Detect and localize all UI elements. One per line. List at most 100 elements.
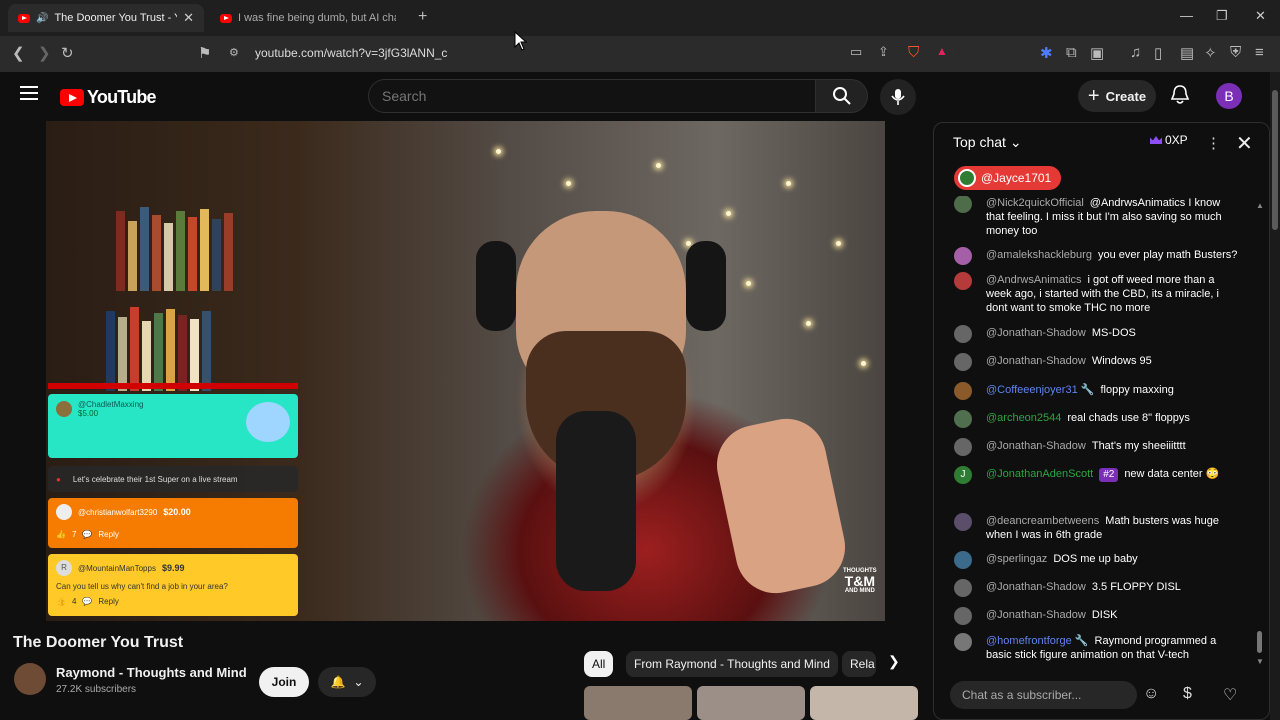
chevron-right-icon[interactable]: ❯ (888, 653, 900, 670)
account-avatar[interactable]: B (1216, 83, 1242, 109)
emoji-icon[interactable]: ☺ (1143, 685, 1159, 703)
brave-shield-icon[interactable]: ⛉ (908, 44, 919, 61)
vpn-icon[interactable]: ⛨ (1230, 44, 1241, 61)
create-button[interactable]: + Create (1078, 80, 1156, 112)
speaker-icon[interactable]: 🔊 (36, 13, 48, 24)
back-icon[interactable]: ❮ (12, 44, 25, 62)
superchat-card: @christianwolfart3290 $20.00 👍 7 💬 Reply (48, 498, 298, 548)
chat-author[interactable]: @archeon2544 (986, 412, 1061, 424)
chat-text: MS-DOS (1091, 327, 1136, 339)
chat-message: @sperlingaz DOS me up baby (954, 551, 1240, 569)
minimize-icon[interactable]: — (1180, 8, 1193, 23)
chat-message: @Jonathan-Shadow That's my sheeiiitttt (954, 438, 1240, 456)
chat-author[interactable]: @Jonathan-Shadow (986, 327, 1086, 339)
reply-icon[interactable]: 💬 (82, 530, 92, 539)
channel-avatar[interactable] (14, 663, 46, 695)
browser-menu-icon[interactable]: ≡ (1255, 44, 1264, 61)
chat-avatar (954, 438, 972, 456)
cast-icon[interactable]: ▭ (850, 44, 862, 60)
bookmark-icon[interactable]: ⚑ (198, 44, 211, 62)
chat-author[interactable]: @AndrwsAnimatics (986, 274, 1082, 286)
chat-author[interactable]: @deancreambetweens (986, 515, 1099, 527)
close-chat-icon[interactable]: ✕ (1236, 131, 1253, 156)
chat-author[interactable]: @Nick2quickOfficial (986, 197, 1084, 209)
hamburger-menu-icon[interactable] (20, 86, 38, 100)
member-badge: #2 (1099, 468, 1119, 482)
reply-label[interactable]: Reply (98, 597, 118, 606)
new-tab-icon[interactable]: + (418, 8, 427, 26)
video-title: The Doomer You Trust (13, 634, 184, 651)
site-info-icon[interactable]: ⚙ (229, 46, 239, 59)
chat-author[interactable]: @sperlingaz (986, 553, 1047, 565)
voice-search-button[interactable] (880, 79, 916, 115)
notifications-bell-icon[interactable] (1170, 84, 1190, 111)
search-button[interactable] (816, 79, 868, 113)
window-close-icon[interactable]: ✕ (1255, 8, 1266, 24)
recommended-video-thumbnail[interactable] (810, 686, 918, 720)
xp-badge[interactable]: 0XP (1150, 133, 1188, 147)
more-options-icon[interactable]: ⋮ (1206, 134, 1221, 152)
superchat-amount: $9.99 (161, 563, 185, 573)
recommended-video-thumbnail[interactable] (697, 686, 805, 720)
reload-icon[interactable]: ↻ (61, 44, 74, 62)
thumbs-up-icon[interactable]: 👍 (56, 530, 66, 539)
tab-title: The Doomer You Trust - YouT (54, 12, 177, 24)
reply-icon[interactable]: 💬 (82, 597, 92, 606)
chip-all[interactable]: All (584, 651, 614, 677)
create-label: Create (1105, 88, 1147, 104)
bell-icon: 🔔 (330, 675, 346, 689)
chat-scrollbar-thumb[interactable] (1257, 631, 1262, 653)
chat-input[interactable]: Chat as a subscriber... (950, 681, 1137, 709)
chip-from-channel[interactable]: From Raymond - Thoughts and Mind (626, 651, 838, 677)
url-text[interactable]: youtube.com/watch?v=3jfG3lANN_c (255, 46, 447, 60)
chip-related[interactable]: Rela (842, 651, 876, 677)
extensions-puzzle-icon[interactable]: ⧉ (1066, 44, 1077, 61)
browser-tab[interactable]: I was fine being dumb, but AI change (210, 4, 406, 32)
extension-icon[interactable]: ✱ (1040, 44, 1053, 62)
superchat-user: @christianwolfart3290 (78, 507, 158, 517)
chat-author[interactable]: @Jonathan-Shadow (986, 440, 1086, 452)
chat-author[interactable]: @Jonathan-Shadow (986, 355, 1086, 367)
thumbs-up-icon[interactable]: 👍 (56, 597, 66, 606)
sidebar-icon[interactable]: ▯ (1154, 44, 1162, 62)
super-chat-icon[interactable]: $ (1183, 685, 1192, 703)
chat-message: @deancreambetweens Math busters was huge … (954, 513, 1240, 542)
page-scrollbar-thumb[interactable] (1272, 90, 1278, 230)
chat-author[interactable]: @homefrontforge 🔧 (986, 635, 1089, 647)
mouse-cursor-icon (514, 31, 528, 51)
channel-name[interactable]: Raymond - Thoughts and Mind (56, 665, 247, 680)
media-icon[interactable]: ♫ (1130, 44, 1141, 61)
join-button[interactable]: Join (259, 667, 309, 697)
chat-author[interactable]: @Jonathan-Shadow (986, 581, 1086, 593)
share-icon[interactable]: ⇪ (878, 44, 889, 60)
browser-tab-active[interactable]: 🔊 The Doomer You Trust - YouT ✕ (8, 4, 204, 32)
reply-label[interactable]: Reply (98, 530, 118, 539)
pinned-superchat-ticker[interactable]: @Jayce1701 (954, 166, 1062, 190)
chat-author[interactable]: @Coffeeenjoyer31 🔧 (986, 384, 1094, 396)
scroll-up-icon[interactable]: ▲ (1256, 201, 1264, 210)
chat-text: real chads use 8" floppys (1067, 412, 1190, 424)
scroll-down-icon[interactable]: ▼ (1256, 657, 1264, 666)
leo-ai-icon[interactable]: ✧ (1204, 44, 1217, 62)
subscription-notifications-button[interactable]: 🔔 ⌄ (318, 667, 376, 697)
chat-text: Windows 95 (1091, 355, 1152, 367)
search-input[interactable] (382, 88, 802, 104)
ticker-user: @Jayce1701 (981, 171, 1052, 185)
recommended-video-thumbnail[interactable] (584, 686, 692, 720)
wallet-card-icon[interactable]: ▤ (1180, 44, 1194, 62)
chat-author[interactable]: @Jonathan-Shadow (986, 609, 1086, 621)
heart-icon[interactable]: ♡ (1223, 685, 1237, 705)
chat-mode-selector[interactable]: Top chat ⌄ (953, 134, 1022, 151)
chat-author[interactable]: @amalekshackleburg (986, 249, 1092, 261)
tab-close-icon[interactable]: ✕ (183, 10, 194, 26)
wallet-icon[interactable]: ▣ (1090, 44, 1104, 62)
youtube-logo-text: YouTube (87, 87, 157, 107)
heart-icon: ● (56, 474, 61, 484)
brave-rewards-icon[interactable]: ▲ (936, 44, 948, 58)
banner-text: Let's celebrate their 1st Super on a liv… (72, 474, 238, 484)
maximize-icon[interactable]: ❐ (1216, 8, 1228, 24)
chat-author[interactable]: @JonathanAdenScott (986, 468, 1093, 480)
forward-icon[interactable]: ❯ (38, 44, 51, 62)
youtube-logo[interactable]: YouTube (60, 87, 157, 108)
chat-scrollbar[interactable] (1256, 203, 1262, 659)
